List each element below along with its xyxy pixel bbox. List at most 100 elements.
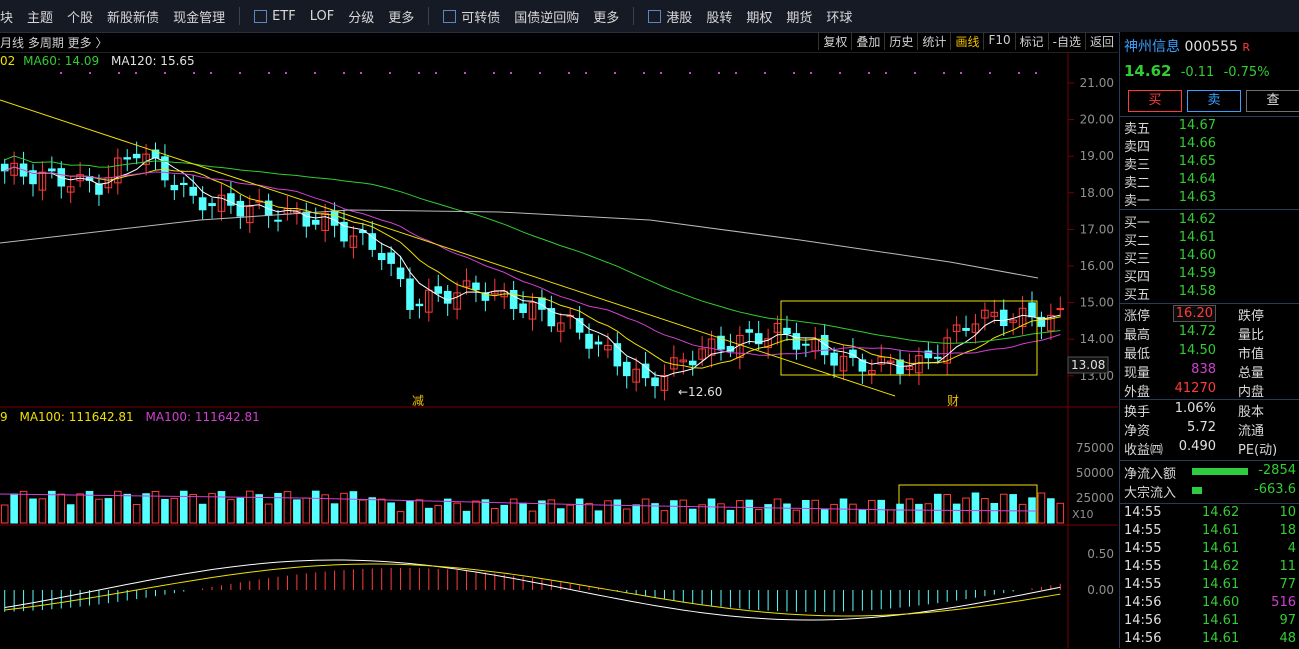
volume-bar [377,498,386,524]
tick-row: 14:55 14.62 10 [1124,505,1296,523]
tick-time: 14:55 [1124,559,1162,574]
panel-divider [1120,503,1299,504]
price-axis-label: 18.00 [1080,186,1114,200]
volume-bar [396,511,405,524]
flow-row: 大宗流入 -663.6 [1124,482,1296,501]
event-marker [118,72,120,74]
volume-bar [0,504,9,524]
candle [406,278,414,310]
volume-bar [528,510,537,524]
row-label: 收益㈣ [1124,443,1164,458]
candle [208,203,216,207]
bid-row: 买一 14.62 [1124,212,1296,231]
tick-row: 14:55 14.61 18 [1124,523,1296,541]
volume-bar [641,498,650,524]
volume-bar [29,498,37,524]
row-label-right: 量比 [1238,328,1265,343]
ma5-line [4,156,1061,378]
candle [651,377,659,387]
candle [189,186,198,196]
price-axis-label: 15.00 [1080,296,1114,310]
row-value: 838 [1191,362,1216,377]
volume-bar [453,502,461,524]
event-marker [314,72,316,74]
candle [933,356,942,359]
volume-bar [622,508,631,524]
tick-row: 14:55 14.61 4 [1124,541,1296,559]
macd-axis-label: 0.50 [1087,547,1114,561]
tick-time: 14:55 [1124,577,1162,592]
candle [820,334,829,356]
ask-row: 卖三 14.65 [1124,154,1296,173]
volume-bar [208,493,216,524]
volume-bar [632,504,640,524]
tick-price: 14.61 [1202,541,1240,556]
row-label: 现量 [1124,366,1151,381]
volume-bar [387,502,395,524]
volume-bar [340,492,348,524]
volume-bar [170,497,179,524]
volume-axis-label: 75000 [1076,441,1114,455]
volume-bar [651,503,659,524]
volume-bar [698,504,706,524]
volume-bar [999,493,1008,524]
row-value: 14.62 [1178,212,1216,227]
tick-price: 14.60 [1202,595,1240,610]
event-marker [360,72,362,74]
volume-bar [754,508,763,524]
volume-bar [104,498,113,524]
tick-row: 14:56 14.61 48 [1124,631,1296,649]
event-marker [764,72,766,74]
volume-bar [745,499,754,524]
row-label: 卖三 [1124,158,1151,173]
stock-name: 神州信息 [1124,39,1180,55]
flow-row: 净流入额 -2854 [1124,463,1296,482]
panel-divider [1120,303,1299,304]
candle [236,200,245,217]
tick-price: 14.61 [1202,613,1240,628]
volume-bar [85,490,94,524]
volume-bar [255,494,263,524]
trend-line [0,99,896,397]
event-marker [510,72,512,74]
volume-bar [839,498,848,524]
stat2-row: 换手 1.06% 股本 [1124,401,1296,420]
candle [434,286,443,294]
volume-bar [943,493,951,524]
stat-row: 最低 14.50 市值 [1124,343,1296,362]
row-label: 卖二 [1124,176,1151,191]
panel-divider [1120,399,1299,400]
row-value: 14.60 [1178,248,1216,263]
event-marker [135,72,137,74]
volume-bar [566,504,574,524]
tick-volume: 516 [1271,595,1296,610]
price-axis-label: 19.00 [1080,149,1114,163]
volume-bar [359,499,367,524]
tick-row: 14:55 14.62 11 [1124,559,1296,577]
event-marker [210,72,212,74]
kline-chart[interactable]: 21.00 20.00 19.00 18.00 17.00 16.00 15.00 14.00… [0,0,1118,648]
candle [368,233,377,250]
stock-pct: -0.75% [1223,65,1270,80]
sell-button[interactable]: 卖 [1187,90,1241,112]
query-button[interactable]: 查 [1246,90,1299,112]
candle [198,197,207,211]
event-marker [389,72,391,74]
candle [688,360,697,366]
volume-bar [604,500,612,524]
volume-bar [802,500,810,524]
ask-row: 卖四 14.66 [1124,136,1296,155]
tick-volume: 4 [1287,541,1296,556]
event-marker [285,72,287,74]
volume-bar [472,500,480,524]
row-value: 14.64 [1178,172,1216,187]
volume-unit: X10 [1072,508,1094,521]
candle [274,219,282,222]
candle [585,333,593,349]
volume-bar [971,492,980,524]
volume-bar [726,509,735,524]
volume-bar [538,500,546,524]
buy-button[interactable]: 买 [1128,90,1182,112]
row-label: 涨停 [1124,309,1151,324]
row-label-right: 流通 [1238,424,1265,439]
